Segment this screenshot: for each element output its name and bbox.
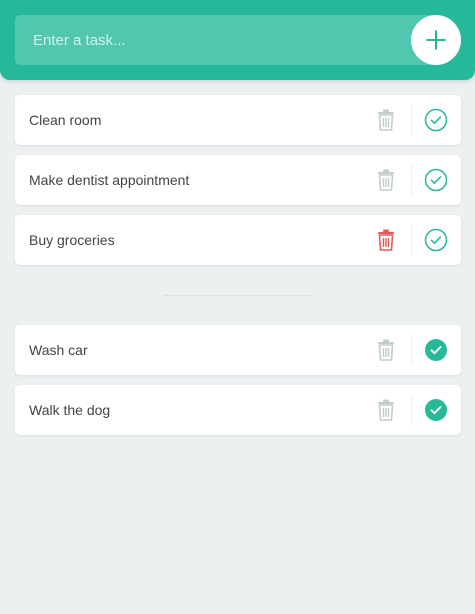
check-circle-icon: [424, 108, 448, 132]
todo-item: Clean room: [15, 95, 461, 145]
task-input[interactable]: [15, 15, 460, 65]
item-actions: [361, 325, 461, 375]
task-text: Walk the dog: [29, 402, 111, 418]
complete-button[interactable]: [411, 95, 461, 145]
remove-button[interactable]: [361, 325, 411, 375]
task-text: Buy groceries: [29, 232, 115, 248]
complete-button[interactable]: [411, 155, 461, 205]
check-circle-filled-icon: [424, 338, 448, 362]
completed-list: Wash car Walk the dog: [15, 325, 461, 445]
check-circle-icon: [424, 228, 448, 252]
trash-icon: [377, 399, 395, 421]
complete-button[interactable]: [411, 215, 461, 265]
item-actions: [361, 155, 461, 205]
todo-item: Make dentist appointment: [15, 155, 461, 205]
task-text: Clean room: [29, 112, 102, 128]
remove-button[interactable]: [361, 95, 411, 145]
check-circle-icon: [424, 168, 448, 192]
item-actions: [361, 385, 461, 435]
remove-button[interactable]: [361, 155, 411, 205]
trash-icon: [377, 229, 395, 251]
todo-list: Clean room Make dentist appointment Buy …: [15, 95, 461, 275]
trash-icon: [377, 169, 395, 191]
task-text: Wash car: [29, 342, 88, 358]
remove-button[interactable]: [361, 385, 411, 435]
todo-item: Buy groceries: [15, 215, 461, 265]
plus-icon: [425, 29, 447, 51]
uncomplete-button[interactable]: [411, 325, 461, 375]
remove-button[interactable]: [361, 215, 411, 265]
item-actions: [361, 215, 461, 265]
completed-item: Walk the dog: [15, 385, 461, 435]
add-task-button[interactable]: [411, 15, 461, 65]
task-text: Make dentist appointment: [29, 172, 190, 188]
item-actions: [361, 95, 461, 145]
list-separator: [164, 295, 312, 296]
trash-icon: [377, 109, 395, 131]
uncomplete-button[interactable]: [411, 385, 461, 435]
completed-item: Wash car: [15, 325, 461, 375]
check-circle-filled-icon: [424, 398, 448, 422]
header-bar: [0, 0, 475, 80]
trash-icon: [377, 339, 395, 361]
